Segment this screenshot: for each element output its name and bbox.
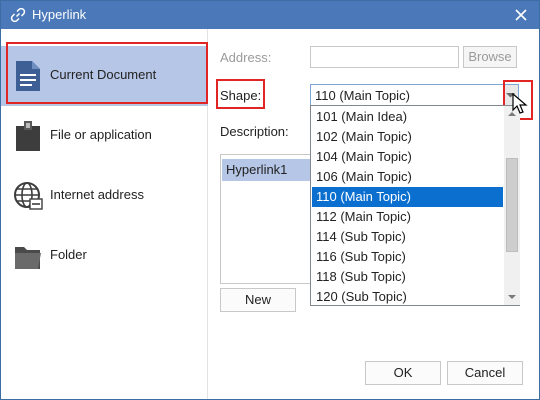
- sidebar-item-current-document[interactable]: Current Document: [1, 46, 208, 106]
- dropdown-option[interactable]: 106 (Main Topic): [312, 167, 503, 187]
- address-label: Address:: [220, 50, 272, 65]
- cancel-button[interactable]: Cancel: [447, 361, 523, 385]
- link-type-sidebar: Current Document File or application Int…: [1, 29, 208, 399]
- dropdown-option[interactable]: 120 (Sub Topic): [312, 287, 503, 307]
- description-label: Description:: [220, 124, 289, 139]
- new-button[interactable]: New: [220, 288, 296, 312]
- sidebar-item-label: Internet address: [50, 187, 144, 202]
- shape-dropdown-list[interactable]: 101 (Main Idea) 102 (Main Topic) 104 (Ma…: [310, 105, 520, 306]
- address-input[interactable]: [310, 46, 459, 68]
- shape-select-value: 110 (Main Topic): [315, 88, 410, 103]
- ok-button[interactable]: OK: [365, 361, 441, 385]
- globe-icon: [14, 182, 43, 210]
- annotation-highlight-box: [216, 79, 265, 109]
- sidebar-item-folder[interactable]: Folder: [1, 226, 208, 286]
- scroll-down-icon[interactable]: [506, 291, 518, 303]
- sidebar-item-label: Current Document: [50, 67, 157, 82]
- dropdown-option[interactable]: 116 (Sub Topic): [312, 247, 503, 267]
- mouse-cursor-icon: [512, 93, 528, 114]
- folder-icon: [15, 247, 41, 269]
- dropdown-scrollbar[interactable]: [504, 106, 520, 305]
- sidebar-item-internet-address[interactable]: Internet address: [1, 166, 208, 226]
- dropdown-option[interactable]: 101 (Main Idea): [312, 107, 503, 127]
- shape-select[interactable]: 110 (Main Topic): [310, 84, 519, 106]
- dropdown-option[interactable]: 104 (Main Topic): [312, 147, 503, 167]
- dropdown-option-selected[interactable]: 110 (Main Topic): [312, 187, 503, 207]
- scrollbar-thumb[interactable]: [506, 158, 518, 252]
- dropdown-option[interactable]: 114 (Sub Topic): [312, 227, 503, 247]
- sidebar-item-file-application[interactable]: File or application: [1, 106, 208, 166]
- dropdown-option[interactable]: 112 (Main Topic): [312, 207, 503, 227]
- sidebar-item-label: Folder: [50, 247, 87, 262]
- sidebar-item-label: File or application: [50, 127, 152, 142]
- browse-button[interactable]: Browse: [463, 46, 517, 68]
- document-icon: [16, 61, 40, 91]
- hyperlink-dialog: Hyperlink Current Document File or appli…: [0, 0, 540, 400]
- dropdown-option[interactable]: 118 (Sub Topic): [312, 267, 503, 287]
- window-title: Hyperlink: [32, 7, 87, 22]
- file-app-icon: [16, 121, 40, 151]
- title-bar: Hyperlink: [1, 1, 539, 29]
- link-icon: [10, 7, 26, 23]
- dropdown-option[interactable]: 102 (Main Topic): [312, 127, 503, 147]
- close-icon[interactable]: [511, 5, 531, 25]
- list-item[interactable]: Hyperlink1: [222, 159, 312, 181]
